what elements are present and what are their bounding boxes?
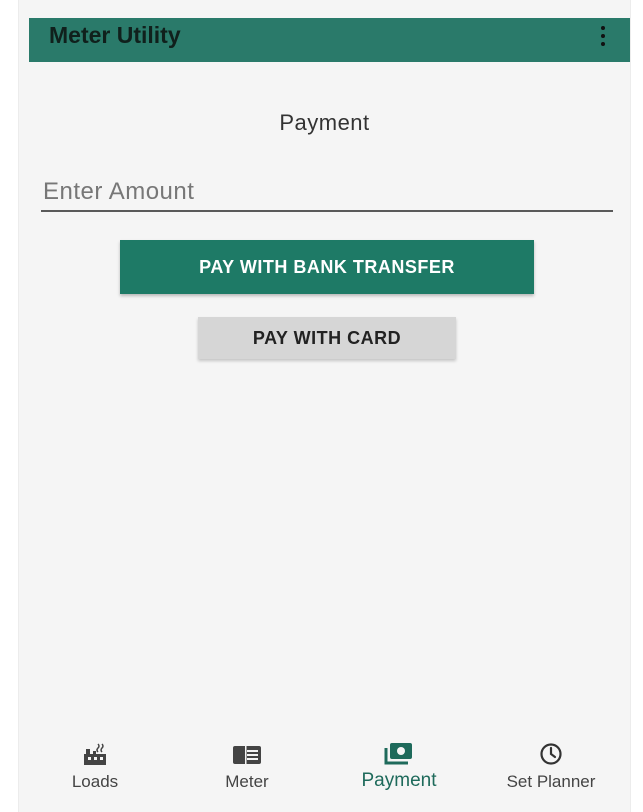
app-title: Meter Utility [49,22,181,48]
meter-icon [232,740,262,766]
bottom-navigation: Loads Meter Payment Set Planner [19,740,630,812]
nav-item-loads[interactable]: Loads [19,740,171,800]
nav-label-loads: Loads [71,772,119,791]
app-screen: Meter Utility Payment PAY WITH BANK TRAN… [18,0,631,812]
pay-with-card-button[interactable]: PAY WITH CARD [198,317,456,359]
more-vert-icon[interactable] [598,26,608,46]
nav-label-set-planner: Set Planner [506,772,596,791]
app-bar: Meter Utility [29,18,630,62]
factory-icon [82,740,108,766]
payment-icon [384,740,414,766]
nav-item-meter[interactable]: Meter [171,740,323,800]
pay-with-bank-transfer-button[interactable]: PAY WITH BANK TRANSFER [120,240,534,294]
nav-label-payment: Payment [361,770,437,791]
nav-label-meter: Meter [225,772,269,791]
amount-input[interactable] [41,176,613,212]
page-title: Payment [279,110,370,135]
nav-item-payment[interactable]: Payment [323,740,475,800]
nav-item-set-planner[interactable]: Set Planner [475,740,627,800]
clock-icon [539,740,563,766]
